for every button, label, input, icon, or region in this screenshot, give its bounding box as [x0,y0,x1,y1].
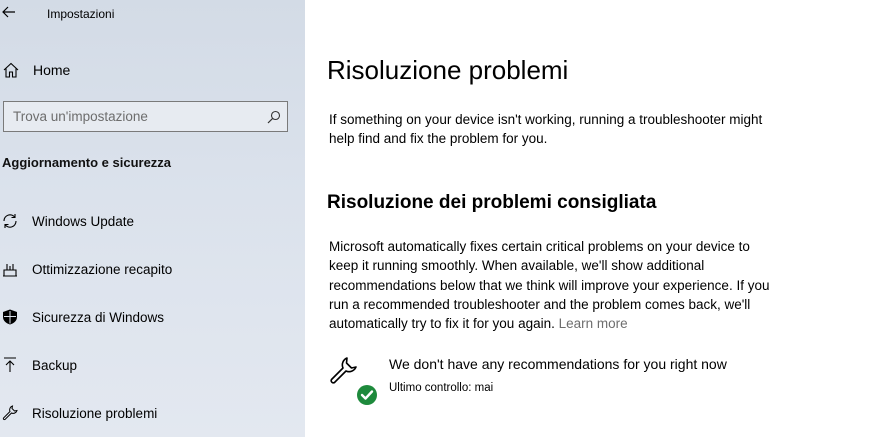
description-text: Microsoft automatically fixes certain cr… [329,237,779,333]
sidebar-item-troubleshoot[interactable]: Risoluzione problemi [0,399,305,429]
sidebar-item-windows-update[interactable]: Windows Update [0,207,305,237]
main-content: Risoluzione problemi If something on you… [305,0,873,437]
status-text: We don't have any recommendations for yo… [389,356,727,372]
search-input[interactable]: Trova un'impostazione [3,101,288,132]
delivery-icon [1,260,19,278]
search-icon[interactable] [266,109,282,125]
sidebar-item-label: Ottimizzazione recapito [32,262,173,277]
sidebar-item-label: Backup [32,358,78,373]
search-placeholder: Trova un'impostazione [13,109,148,124]
sidebar-item-windows-security[interactable]: Sicurezza di Windows [0,303,305,333]
page-title: Risoluzione problemi [327,55,569,85]
section-heading: Risoluzione dei problemi consigliata [327,192,657,213]
title-bar: Impostazioni [0,0,305,30]
learn-more-link[interactable]: Learn more [559,316,628,331]
sync-icon [1,212,19,230]
wrench-icon [330,357,357,384]
shield-icon [1,308,19,326]
sidebar-item-home[interactable]: Home [0,58,305,84]
sidebar-item-delivery-optimization[interactable]: Ottimizzazione recapito [0,255,305,285]
home-icon [2,61,20,79]
wrench-icon [1,404,19,422]
description-body: Microsoft automatically fixes certain cr… [329,239,770,332]
app-title: Impostazioni [47,7,115,21]
troubleshoot-status-icon [329,356,379,408]
sidebar-item-backup[interactable]: Backup [0,351,305,381]
section-title: Aggiornamento e sicurezza [2,155,172,170]
sidebar-item-label: Sicurezza di Windows [32,310,165,325]
check-icon [357,385,377,405]
back-button[interactable] [0,3,18,21]
home-label: Home [33,62,71,78]
sidebar: Impostazioni Home Trova un'impostazione … [0,0,305,437]
sidebar-item-label: Risoluzione problemi [32,406,158,421]
back-arrow-icon [2,6,15,18]
intro-text: If something on your device isn't workin… [329,112,763,146]
sidebar-item-label: Windows Update [32,214,135,229]
last-check-text: Ultimo controllo: mai [389,382,494,394]
backup-icon [1,356,19,374]
